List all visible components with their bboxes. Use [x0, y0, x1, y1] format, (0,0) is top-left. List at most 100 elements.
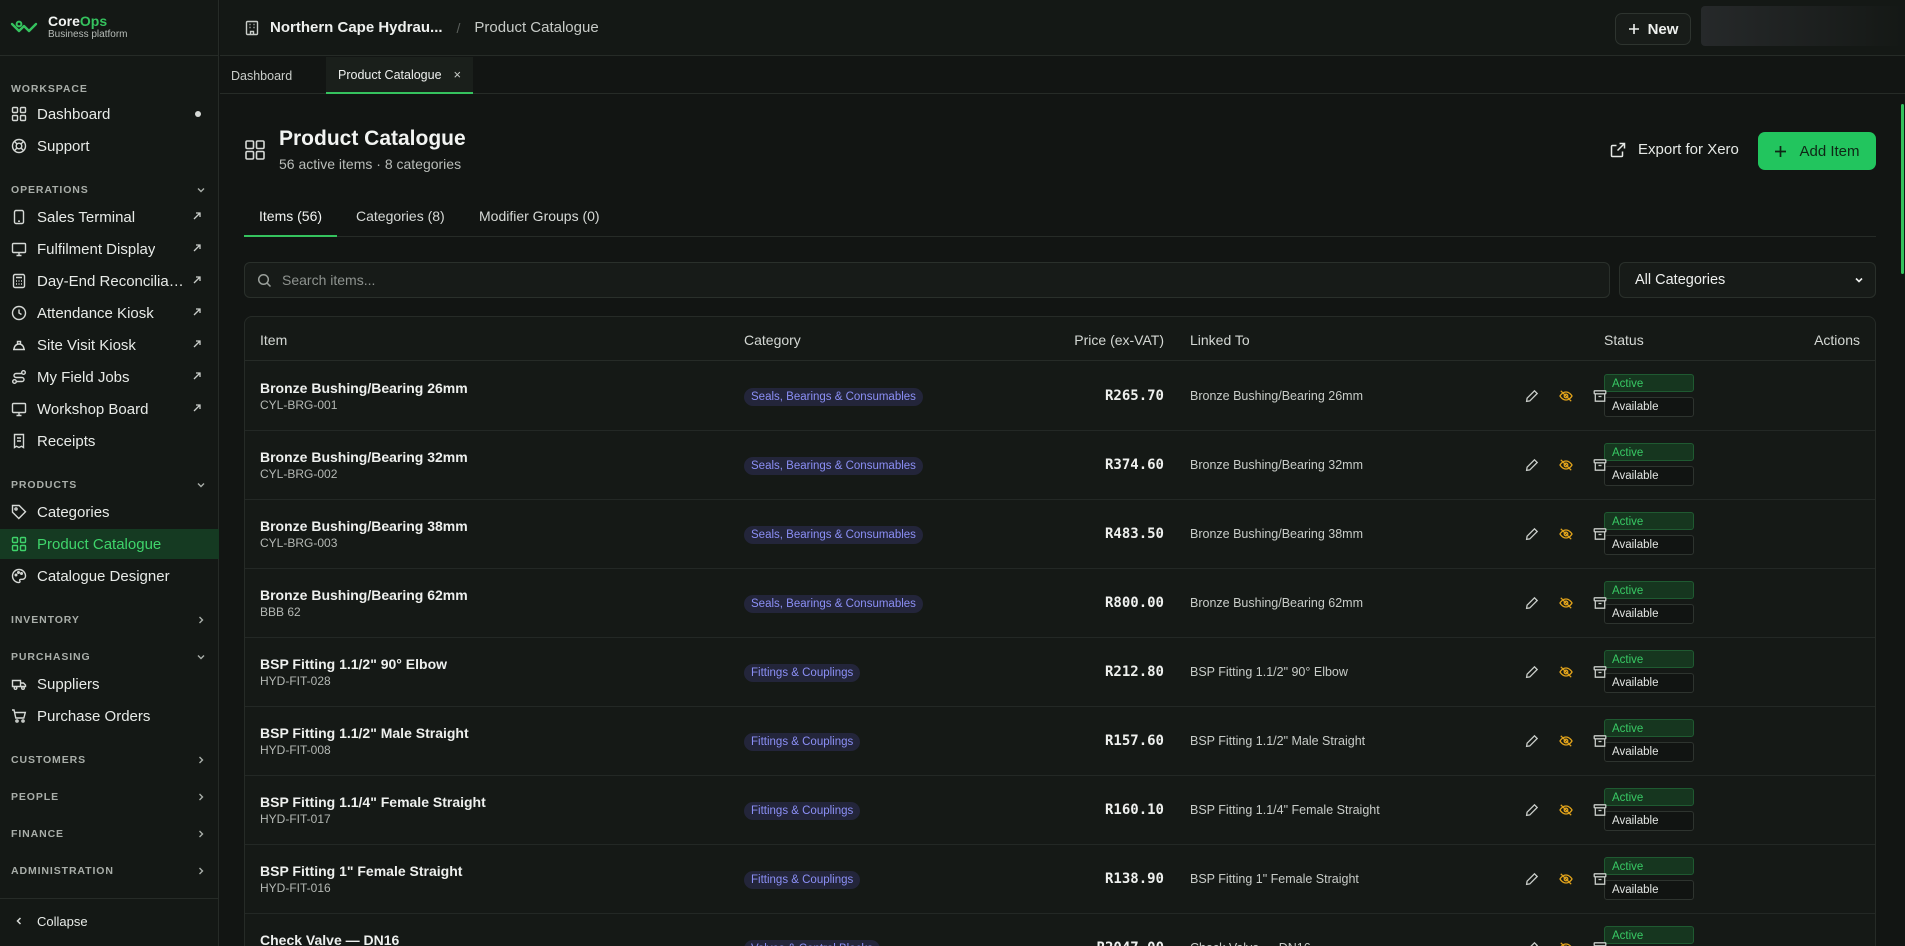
- hide-icon[interactable]: [1559, 389, 1573, 403]
- item-name[interactable]: Bronze Bushing/Bearing 32mm: [260, 449, 468, 465]
- scrollbar[interactable]: [1901, 104, 1904, 274]
- item-name[interactable]: Bronze Bushing/Bearing 26mm: [260, 380, 468, 396]
- item-price: R265.70: [1104, 388, 1164, 404]
- breadcrumb-org[interactable]: Northern Cape Hydrau...: [270, 19, 443, 36]
- tab-product-catalogue[interactable]: Product Catalogue ×: [326, 57, 474, 94]
- table-row[interactable]: Bronze Bushing/Bearing 62mm BBB 62 Seals, …: [245, 569, 1875, 638]
- section-purchasing[interactable]: PURCHASING: [11, 650, 208, 664]
- sidebar-item-suppliers[interactable]: Suppliers: [0, 669, 219, 699]
- hide-icon[interactable]: [1559, 458, 1573, 472]
- sidebar-item-purchase-orders[interactable]: Purchase Orders: [0, 701, 219, 731]
- item-sku: HYD-FIT-017: [260, 812, 331, 826]
- item-price: R800.00: [1104, 595, 1164, 611]
- item-name[interactable]: BSP Fitting 1" Female Straight: [260, 863, 462, 879]
- section-operations[interactable]: OPERATIONS: [11, 183, 208, 197]
- item-name[interactable]: BSP Fitting 1.1/2" 90° Elbow: [260, 656, 447, 672]
- edit-icon[interactable]: [1525, 941, 1539, 946]
- sidebar-item-sales-terminal[interactable]: Sales Terminal: [0, 202, 219, 232]
- edit-icon[interactable]: [1525, 596, 1539, 610]
- availability-select[interactable]: Available: [1604, 466, 1694, 486]
- column-header-price[interactable]: Price (ex-VAT): [1074, 332, 1164, 348]
- section-people[interactable]: PEOPLE: [11, 790, 208, 804]
- edit-icon[interactable]: [1525, 665, 1539, 679]
- sidebar-item-receipts[interactable]: Receipts: [0, 426, 219, 456]
- availability-select[interactable]: Available: [1604, 811, 1694, 831]
- tab-items[interactable]: Items (56): [244, 208, 338, 237]
- archive-icon[interactable]: [1593, 872, 1607, 886]
- table-row[interactable]: Check Valve — DN16 Valves & Control Block…: [245, 914, 1875, 946]
- sidebar-item-dashboard[interactable]: Dashboard: [0, 99, 219, 129]
- hide-icon[interactable]: [1559, 527, 1573, 541]
- availability-select[interactable]: Available: [1604, 880, 1694, 900]
- export-for-xero-button[interactable]: Export for Xero: [1610, 141, 1739, 158]
- close-tab-icon[interactable]: ×: [454, 67, 462, 82]
- search-input[interactable]: [282, 272, 1582, 288]
- archive-icon[interactable]: [1593, 389, 1607, 403]
- tab-modifier-groups[interactable]: Modifier Groups (0): [479, 208, 600, 237]
- archive-icon[interactable]: [1593, 803, 1607, 817]
- column-header-category[interactable]: Category: [744, 332, 801, 348]
- edit-icon[interactable]: [1525, 803, 1539, 817]
- table-row[interactable]: Bronze Bushing/Bearing 38mm CYL-BRG-003 Se…: [245, 500, 1875, 569]
- user-menu[interactable]: [1701, 6, 1905, 46]
- edit-icon[interactable]: [1525, 527, 1539, 541]
- archive-icon[interactable]: [1593, 734, 1607, 748]
- table-row[interactable]: BSP Fitting 1" Female Straight HYD-FIT-01…: [245, 845, 1875, 914]
- hide-icon[interactable]: [1559, 734, 1573, 748]
- edit-icon[interactable]: [1525, 389, 1539, 403]
- sidebar-item-workshop-board[interactable]: Workshop Board: [0, 394, 219, 424]
- sidebar-item-fulfilment-display[interactable]: Fulfilment Display: [0, 234, 219, 264]
- table-row[interactable]: BSP Fitting 1.1/4" Female Straight HYD-FI…: [245, 776, 1875, 845]
- tab-dashboard[interactable]: Dashboard: [231, 57, 292, 94]
- item-name[interactable]: Bronze Bushing/Bearing 62mm: [260, 587, 468, 603]
- sidebar-item-day-end-reconciliation[interactable]: Day-End Reconciliation: [0, 266, 219, 296]
- table-row[interactable]: BSP Fitting 1.1/2" Male Straight HYD-FIT-…: [245, 707, 1875, 776]
- section-inventory[interactable]: INVENTORY: [11, 613, 208, 627]
- sidebar-item-site-visit-kiosk[interactable]: Site Visit Kiosk: [0, 330, 219, 360]
- table-row[interactable]: Bronze Bushing/Bearing 26mm CYL-BRG-001 Se…: [245, 362, 1875, 431]
- archive-icon[interactable]: [1593, 596, 1607, 610]
- hide-icon[interactable]: [1559, 872, 1573, 886]
- availability-select[interactable]: Available: [1604, 673, 1694, 693]
- section-products[interactable]: PRODUCTS: [11, 478, 208, 492]
- collapse-button[interactable]: Collapse: [0, 906, 219, 936]
- item-name[interactable]: BSP Fitting 1.1/4" Female Straight: [260, 794, 486, 810]
- table-row[interactable]: BSP Fitting 1.1/2" 90° Elbow HYD-FIT-028 F…: [245, 638, 1875, 707]
- sidebar-item-categories[interactable]: Categories: [0, 497, 219, 527]
- archive-icon[interactable]: [1593, 527, 1607, 541]
- tab-categories[interactable]: Categories (8): [356, 208, 445, 237]
- grid-icon: [11, 536, 27, 552]
- edit-icon[interactable]: [1525, 872, 1539, 886]
- archive-icon[interactable]: [1593, 941, 1607, 946]
- hide-icon[interactable]: [1559, 665, 1573, 679]
- sidebar-item-my-field-jobs[interactable]: My Field Jobs: [0, 362, 219, 392]
- availability-select[interactable]: Available: [1604, 535, 1694, 555]
- brand[interactable]: CoreOps Business platform: [10, 13, 127, 41]
- section-administration[interactable]: ADMINISTRATION: [11, 864, 208, 878]
- section-finance[interactable]: FINANCE: [11, 827, 208, 841]
- edit-icon[interactable]: [1525, 734, 1539, 748]
- hide-icon[interactable]: [1559, 803, 1573, 817]
- item-name[interactable]: Bronze Bushing/Bearing 38mm: [260, 518, 468, 534]
- availability-select[interactable]: Available: [1604, 604, 1694, 624]
- table-row[interactable]: Bronze Bushing/Bearing 32mm CYL-BRG-002 Se…: [245, 431, 1875, 500]
- sidebar-item-support[interactable]: Support: [0, 131, 219, 161]
- archive-icon[interactable]: [1593, 458, 1607, 472]
- section-customers[interactable]: CUSTOMERS: [11, 753, 208, 767]
- archive-icon[interactable]: [1593, 665, 1607, 679]
- hide-icon[interactable]: [1559, 596, 1573, 610]
- category-filter-select[interactable]: All Categories: [1619, 262, 1876, 298]
- sidebar-item-attendance-kiosk[interactable]: Attendance Kiosk: [0, 298, 219, 328]
- availability-select[interactable]: Available: [1604, 397, 1694, 417]
- sidebar-item-catalogue-designer[interactable]: Catalogue Designer: [0, 561, 219, 591]
- external-link-icon: [1610, 142, 1626, 157]
- item-name[interactable]: Check Valve — DN16: [260, 932, 399, 946]
- edit-icon[interactable]: [1525, 458, 1539, 472]
- column-header-item[interactable]: Item: [260, 332, 287, 348]
- add-item-button[interactable]: Add Item: [1758, 132, 1876, 170]
- sidebar-item-product-catalogue[interactable]: Product Catalogue: [0, 529, 219, 559]
- item-name[interactable]: BSP Fitting 1.1/2" Male Straight: [260, 725, 469, 741]
- availability-select[interactable]: Available: [1604, 742, 1694, 762]
- hide-icon[interactable]: [1559, 941, 1573, 946]
- new-button[interactable]: New: [1615, 13, 1691, 45]
